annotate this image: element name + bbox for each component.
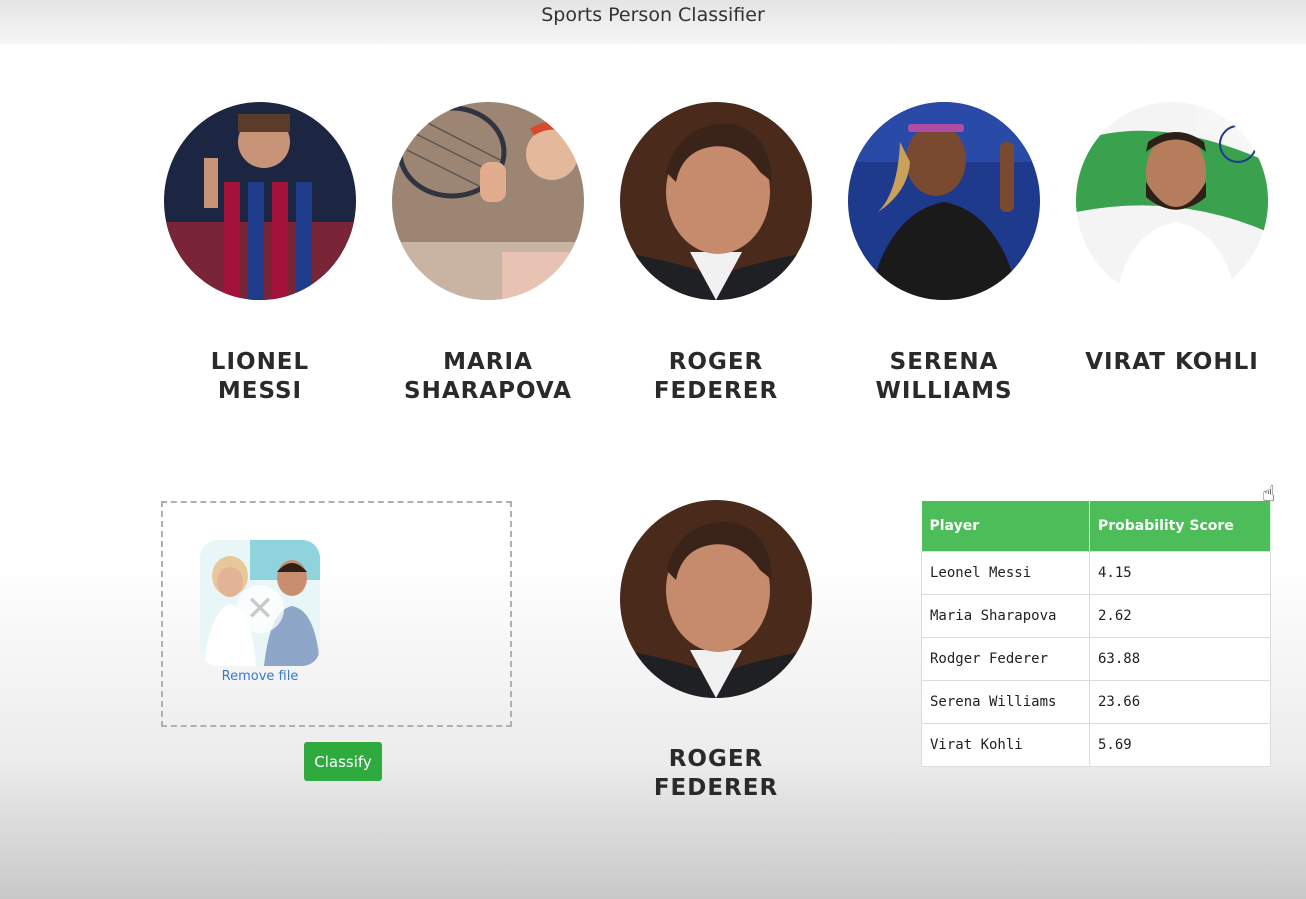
player-name: LIONEL MESSI (210, 349, 310, 404)
table-row: Virat Kohli 5.69 (921, 723, 1271, 767)
player-cell: Rodger Federer (921, 637, 1090, 681)
player-card-federer: ROGER FEDERER (620, 102, 812, 406)
player-card-kohli: VIRAT KOHLI (1076, 102, 1268, 377)
player-card-messi: LIONEL MESSI (164, 102, 356, 406)
remove-file-link[interactable]: Remove file (200, 669, 320, 684)
player-photo-kohli (1076, 102, 1268, 300)
player-name: VIRAT KOHLI (1085, 349, 1259, 375)
probability-table: Player Probability Score Leonel Messi 4.… (921, 501, 1271, 767)
player-name: MARIA SHARAPOVA (404, 349, 572, 404)
classification-result: ROGER FEDERER (620, 500, 812, 803)
player-photo-williams (848, 102, 1040, 300)
score-cell: 23.66 (1089, 680, 1271, 724)
hand-pointer-icon: ☝ (1262, 482, 1276, 507)
table-row: Serena Williams 23.66 (921, 680, 1271, 724)
column-header-player: Player (921, 501, 1090, 552)
table-row: Rodger Federer 63.88 (921, 637, 1271, 681)
player-photo-federer (620, 102, 812, 300)
uploaded-file-thumbnail: ✕ (200, 540, 320, 666)
player-cell: Maria Sharapova (921, 594, 1090, 638)
score-cell: 5.69 (1089, 723, 1271, 767)
score-cell: 4.15 (1089, 551, 1271, 595)
player-card-williams: SERENA WILLIAMS (848, 102, 1040, 406)
classify-button[interactable]: Classify (304, 742, 382, 781)
player-cell: Leonel Messi (921, 551, 1090, 595)
close-icon[interactable]: ✕ (236, 585, 284, 633)
score-cell: 2.62 (1089, 594, 1271, 638)
player-cell: Virat Kohli (921, 723, 1090, 767)
score-cell: 63.88 (1089, 637, 1271, 681)
column-header-score: Probability Score (1089, 501, 1271, 552)
player-cell: Serena Williams (921, 680, 1090, 724)
page-title: Sports Person Classifier (541, 4, 765, 26)
table-header-row: Player Probability Score (921, 501, 1271, 552)
app-header: Sports Person Classifier (0, 0, 1306, 44)
file-dropzone[interactable]: ✕ Remove file (161, 501, 512, 727)
table-row: Leonel Messi 4.15 (921, 551, 1271, 595)
table-row: Maria Sharapova 2.62 (921, 594, 1271, 638)
player-card-sharapova: MARIA SHARAPOVA (392, 102, 584, 406)
result-name: ROGER FEDERER (653, 746, 779, 801)
player-name: ROGER FEDERER (653, 349, 779, 404)
result-photo (620, 500, 812, 698)
player-name: SERENA WILLIAMS (875, 349, 1013, 404)
player-photo-messi (164, 102, 356, 300)
player-photo-sharapova (392, 102, 584, 300)
